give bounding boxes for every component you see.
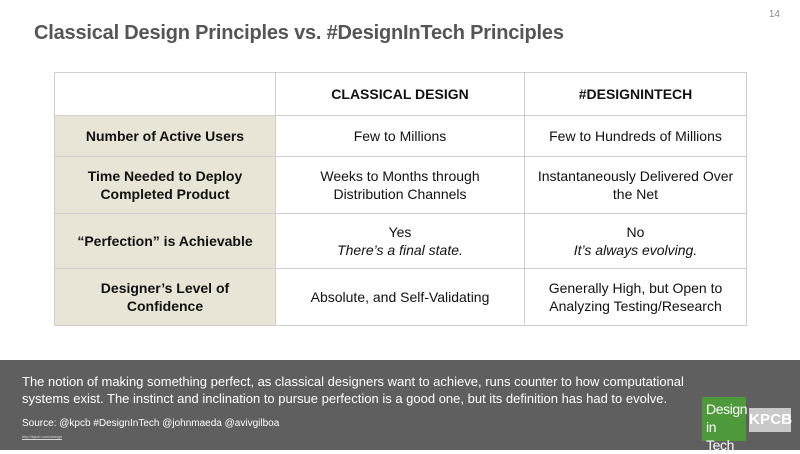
table-corner-cell <box>54 72 276 116</box>
cell-designintech-perfection-value: No <box>626 224 645 240</box>
column-header-classical: CLASSICAL DESIGN <box>275 72 525 116</box>
slide-title: Classical Design Principles vs. #DesignI… <box>34 22 564 44</box>
row-header-active-users: Number of Active Users <box>54 115 276 157</box>
cell-designintech-perfection-note: It’s always evolving. <box>573 242 698 258</box>
row-header-confidence: Designer’s Level of Confidence <box>54 268 276 326</box>
design-in-tech-logo-line1: Design <box>706 401 748 417</box>
column-header-designintech: #DESIGNINTECH <box>524 72 747 116</box>
footer-text: The notion of making something perfect, … <box>22 374 684 406</box>
table-row: Number of Active Users Few to Millions F… <box>54 115 747 157</box>
design-in-tech-logo: Design in Tech <box>702 397 748 453</box>
kpcb-logo: KPCB <box>749 408 792 432</box>
table-row: Time Needed to Deploy Completed Product … <box>54 156 747 214</box>
table-row: Designer’s Level of Confidence Absolute,… <box>54 268 747 326</box>
table-row: “Perfection” is Achievable Yes There’s a… <box>54 213 747 269</box>
source-link[interactable]: http://kpcb.com/design <box>22 434 62 439</box>
table-header-row: CLASSICAL DESIGN #DESIGNINTECH <box>54 72 747 116</box>
page-number: 14 <box>768 9 780 20</box>
cell-designintech-perfection: No It’s always evolving. <box>524 213 747 269</box>
design-in-tech-logo-line2: in Tech <box>706 419 734 453</box>
cell-classical-perfection-value: Yes <box>388 224 412 240</box>
source-line: Source: @kpcb #DesignInTech @johnmaeda @… <box>22 418 280 429</box>
row-header-deploy-time: Time Needed to Deploy Completed Product <box>54 156 276 214</box>
cell-classical-deploy-time: Weeks to Months through Distribution Cha… <box>275 156 525 214</box>
cell-classical-confidence: Absolute, and Self-Validating <box>275 268 525 326</box>
cell-classical-perfection: Yes There’s a final state. <box>275 213 525 269</box>
cell-classical-active-users: Few to Millions <box>275 115 525 157</box>
footer-banner: The notion of making something perfect, … <box>0 360 800 450</box>
comparison-table: CLASSICAL DESIGN #DESIGNINTECH Number of… <box>54 72 747 326</box>
cell-designintech-confidence: Generally High, but Open to Analyzing Te… <box>524 268 747 326</box>
row-header-perfection: “Perfection” is Achievable <box>54 213 276 269</box>
cell-designintech-active-users: Few to Hundreds of Millions <box>524 115 747 157</box>
cell-designintech-deploy-time: Instantaneously Delivered Over the Net <box>524 156 747 214</box>
cell-classical-perfection-note: There’s a final state. <box>337 242 463 258</box>
